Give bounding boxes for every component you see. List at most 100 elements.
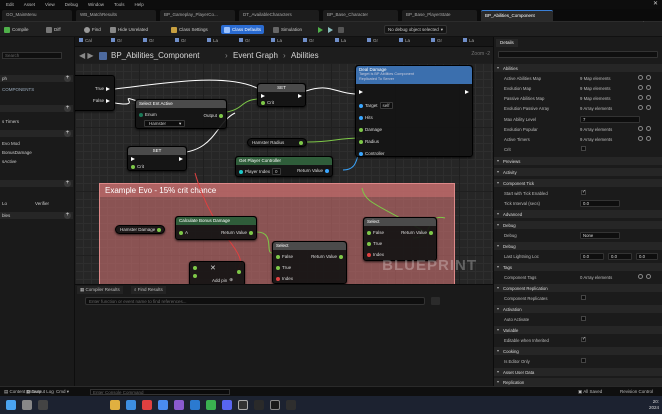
- component-replicates-checkbox[interactable]: [581, 295, 586, 300]
- bonus-return-pin[interactable]: Return Value: [221, 230, 253, 235]
- unreal-editor-icon[interactable]: [270, 400, 280, 410]
- file-explorer-icon[interactable]: [110, 400, 120, 410]
- menu-asset[interactable]: Asset: [24, 2, 35, 7]
- editable-inherited-checkbox[interactable]: [581, 336, 586, 342]
- graph-tab[interactable]: La: [461, 38, 476, 46]
- var-lo[interactable]: Lo: [2, 201, 7, 206]
- output-log-button[interactable]: ▦ Output Log: [26, 389, 54, 395]
- clear-icon[interactable]: [646, 75, 651, 80]
- tab-compiler-results[interactable]: ▦ Compiler Results: [77, 286, 123, 294]
- controller-pin[interactable]: Controller: [359, 151, 385, 156]
- graph-tab[interactable]: Cal: [77, 38, 94, 46]
- branch-true-pin[interactable]: True: [95, 86, 110, 91]
- add-icon[interactable]: +: [64, 212, 71, 219]
- hits-pin[interactable]: Hits: [359, 115, 373, 120]
- select-index-pin[interactable]: Index: [276, 276, 293, 281]
- select-false-pin[interactable]: False: [276, 254, 293, 259]
- section-debug-2[interactable]: Debug: [494, 242, 662, 250]
- diff-button[interactable]: Diff: [46, 25, 61, 34]
- select-true-pin[interactable]: True: [276, 265, 291, 270]
- select-node-mid[interactable]: Select False True Index Return Value: [272, 241, 347, 284]
- epic-icon[interactable]: [254, 400, 264, 410]
- add-element-icon[interactable]: [638, 274, 643, 279]
- max-ability-level-input[interactable]: 7: [580, 115, 640, 123]
- menu-tools[interactable]: Tools: [114, 2, 125, 7]
- console-input[interactable]: Enter Console Command: [90, 389, 230, 395]
- tab-bp-gameplay-playercontroller[interactable]: BP_Gameplay_PlayerCo...: [160, 10, 235, 21]
- loc-z-input[interactable]: 0.0: [636, 252, 658, 260]
- all-saved-button[interactable]: ▣ All Saved: [578, 389, 602, 395]
- add-element-icon[interactable]: [638, 95, 643, 100]
- add-element-icon[interactable]: [638, 105, 643, 110]
- exec-in-pin[interactable]: [359, 90, 363, 94]
- search-icon[interactable]: [22, 400, 32, 410]
- section-asset-user-data[interactable]: Asset User Data: [494, 368, 662, 376]
- task-view-icon[interactable]: [38, 400, 48, 410]
- binoculars-icon[interactable]: [431, 297, 440, 305]
- multiply-out-pin[interactable]: [237, 270, 241, 274]
- menu-window[interactable]: Window: [88, 2, 104, 7]
- section-debug[interactable]: Debug: [494, 221, 662, 229]
- crit-checkbox[interactable]: [581, 146, 586, 151]
- class-settings-button[interactable]: Class Settings: [171, 25, 208, 34]
- hamster-damage-getter[interactable]: Hamster Damage: [115, 225, 165, 234]
- clear-icon[interactable]: [646, 126, 651, 131]
- exec-out-pin[interactable]: [465, 90, 469, 94]
- graph-tab[interactable]: La: [269, 38, 284, 46]
- unreal-icon[interactable]: [238, 400, 248, 410]
- section-advanced[interactable]: Advanced: [494, 210, 662, 218]
- section-replication[interactable]: Replication: [494, 378, 662, 386]
- class-defaults-button[interactable]: Class Defaults: [221, 25, 265, 34]
- editor-only-checkbox[interactable]: [581, 358, 586, 363]
- app-icon-2[interactable]: [286, 400, 296, 410]
- tab-bp-base-character[interactable]: BP_Base_Character: [323, 10, 398, 21]
- section-variable[interactable]: Variable: [494, 326, 662, 334]
- select-false-pin[interactable]: False: [367, 230, 384, 235]
- detail-value[interactable]: 9 Map elements: [580, 96, 611, 101]
- controller-return-pin[interactable]: Return Value: [297, 168, 329, 173]
- tab-bp-abilities-component[interactable]: BP_Abilities_Component: [481, 10, 553, 21]
- opera-icon[interactable]: [142, 400, 152, 410]
- menu-help[interactable]: Help: [135, 2, 144, 7]
- tab-bp-base-playerstate[interactable]: BP_Base_PlayerState: [402, 10, 477, 21]
- discord-icon[interactable]: [222, 400, 232, 410]
- section-activation[interactable]: Activation: [494, 305, 662, 313]
- section-header[interactable]: +: [0, 105, 73, 112]
- breadcrumb-blueprint[interactable]: BP_Abilities_Component: [111, 51, 200, 60]
- whatsapp-icon[interactable]: [206, 400, 216, 410]
- menu-debug[interactable]: Debug: [65, 2, 78, 7]
- compile-button[interactable]: Compile: [4, 25, 29, 34]
- revision-control-button[interactable]: Revision Control: [620, 389, 653, 394]
- graph-tab[interactable]: Gr: [237, 38, 252, 46]
- detail-value[interactable]: 0 Array elements: [580, 275, 612, 280]
- visual-studio-icon[interactable]: [174, 400, 184, 410]
- graph-tab[interactable]: Gr: [365, 38, 380, 46]
- play-button[interactable]: [318, 25, 344, 34]
- add-icon[interactable]: +: [64, 180, 71, 187]
- detail-value[interactable]: 9 Array elements: [580, 127, 612, 132]
- graph-tab[interactable]: Gr: [141, 38, 156, 46]
- event-graph-canvas[interactable]: Example Evo - 15% crit chance True False…: [75, 63, 493, 284]
- breadcrumb-event-graph[interactable]: Event Graph: [233, 51, 278, 60]
- graph-tab[interactable]: La: [397, 38, 412, 46]
- graph-tab[interactable]: Gr: [173, 38, 188, 46]
- exec-in-pin[interactable]: [131, 157, 135, 161]
- graph-tab[interactable]: La: [205, 38, 220, 46]
- exec-in-pin[interactable]: [261, 94, 265, 98]
- hamster-radius-getter[interactable]: Hamster Radius: [247, 138, 307, 147]
- damage-pin[interactable]: Damage: [359, 127, 382, 132]
- target-pin[interactable]: Target self: [359, 102, 393, 109]
- crit-pin[interactable]: Crit: [131, 164, 144, 169]
- loc-x-input[interactable]: 0.0: [580, 252, 604, 260]
- section-header-2[interactable]: +: [0, 130, 73, 137]
- debug-dropdown[interactable]: None: [580, 231, 620, 239]
- radius-pin[interactable]: Radius: [359, 139, 379, 144]
- add-element-icon[interactable]: [638, 85, 643, 90]
- section-tags[interactable]: Tags: [494, 263, 662, 271]
- my-blueprint-search[interactable]: Search: [2, 52, 62, 59]
- find-button[interactable]: Find: [84, 25, 101, 34]
- detail-value[interactable]: 9 Map elements: [580, 76, 611, 81]
- calculate-bonus-damage-node[interactable]: Calculate Bonus Damage A Return Value: [175, 216, 257, 240]
- add-icon[interactable]: +: [64, 75, 71, 82]
- section-header-3[interactable]: +: [0, 180, 73, 187]
